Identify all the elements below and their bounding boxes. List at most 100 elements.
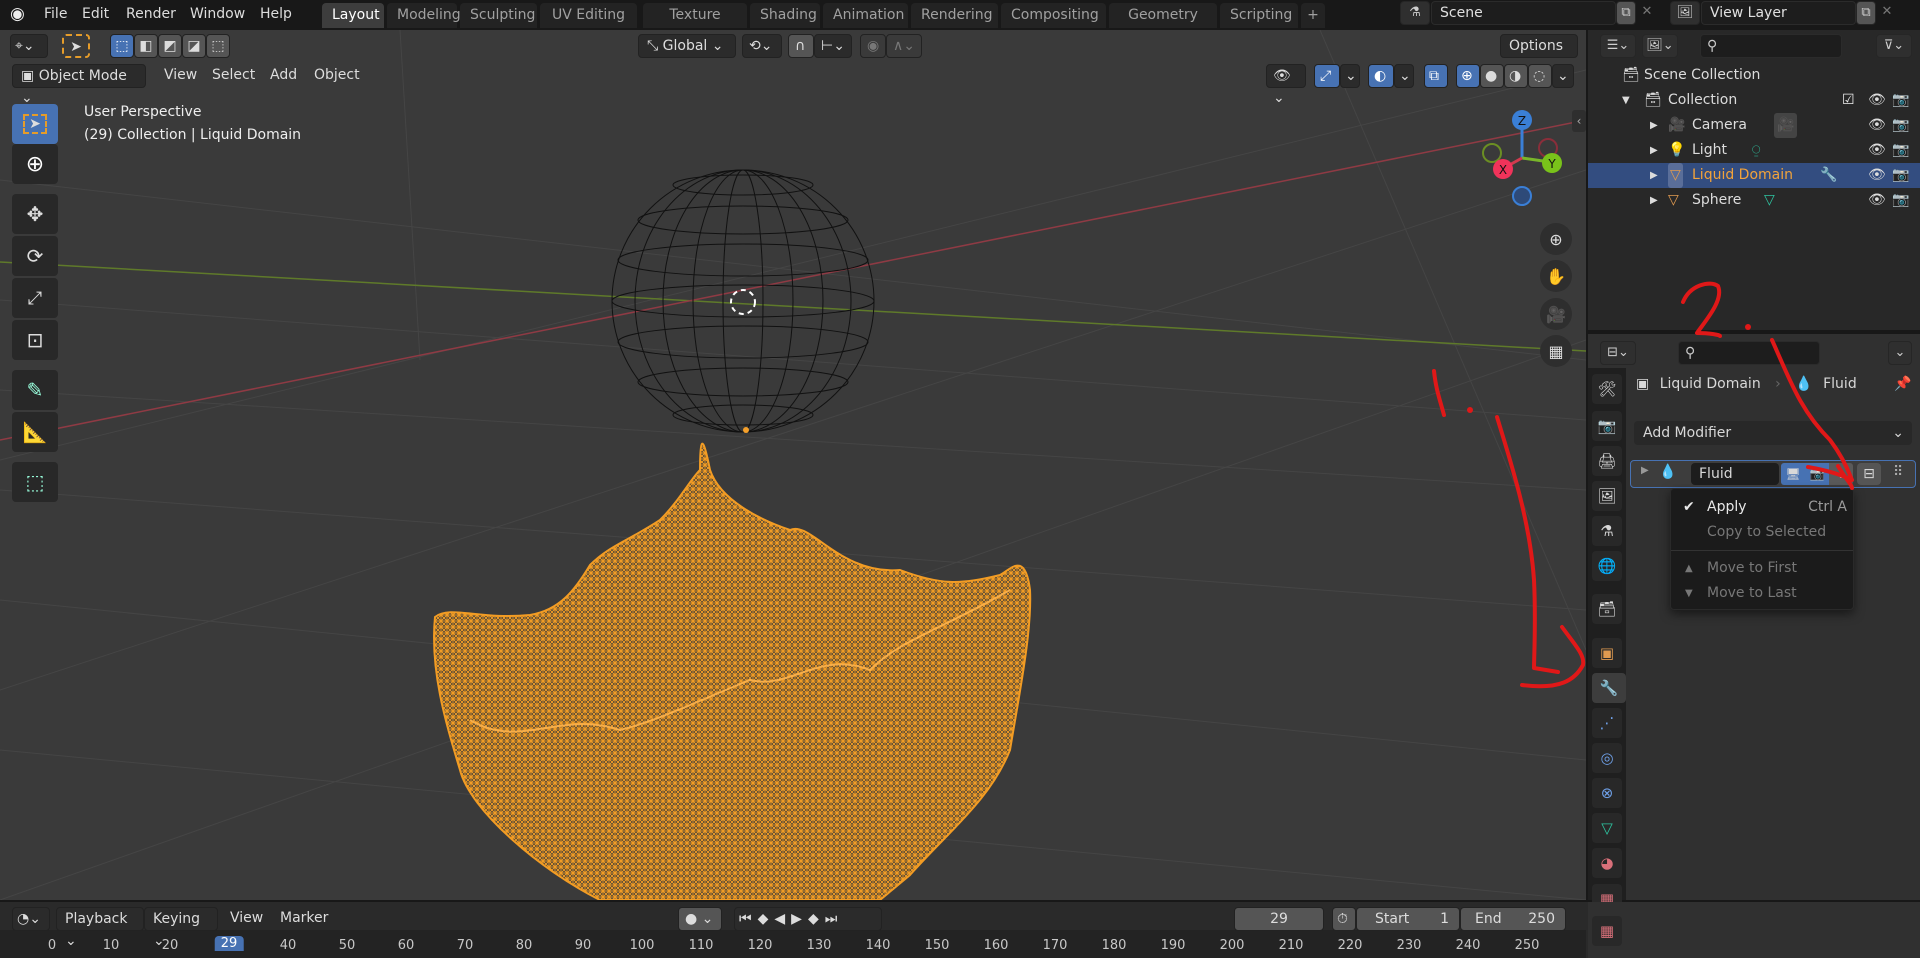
properties-search-input[interactable]: ⚲ <box>1678 341 1820 365</box>
start-frame-field[interactable]: Start 1 <box>1356 907 1460 931</box>
sidebar-toggle-icon[interactable]: ‹ <box>1572 110 1586 132</box>
tab-world-icon[interactable]: 🌐 <box>1592 551 1622 581</box>
rendered-shading-icon[interactable]: ◌ <box>1528 64 1552 88</box>
new-view-layer-icon[interactable]: ⧉ <box>1856 1 1876 25</box>
transform-tool[interactable]: ⊡ <box>12 320 58 360</box>
snap-toggle-icon[interactable]: ∩ <box>788 34 814 58</box>
material-preview-icon[interactable]: ◑ <box>1504 64 1528 88</box>
menu-object[interactable]: Object <box>306 64 362 88</box>
scene-name-field[interactable]: Scene <box>1431 1 1616 25</box>
eye-icon[interactable]: 👁 <box>1868 188 1886 213</box>
shading-dropdown-icon[interactable]: ⌄ <box>1552 64 1574 88</box>
tab-view-layer-icon[interactable]: 🖼 <box>1592 481 1622 511</box>
outliner-scene-collection[interactable]: 🗃 Scene Collection <box>1588 63 1920 88</box>
mode-intersect-selection-icon[interactable]: ⬚ <box>206 34 230 58</box>
show-gizmo-icon[interactable]: ⤢ <box>1314 64 1340 88</box>
proportional-editing-icon[interactable]: ◉ <box>860 34 886 58</box>
snap-target-icon[interactable]: ⊢⌄ <box>814 34 852 58</box>
playback-controls[interactable]: ⏮◆◀▶◆⏭ <box>734 907 882 931</box>
rotate-tool[interactable]: ⟳ <box>12 236 58 276</box>
tab-rendering[interactable]: Rendering <box>911 3 998 28</box>
render-camera-icon[interactable]: 📷 <box>1892 138 1909 163</box>
tab-uv-editing[interactable]: UV Editing <box>540 3 637 28</box>
timeline-editor-type-icon[interactable]: ◔⌄ <box>12 907 50 931</box>
tab-animation[interactable]: Animation <box>823 3 908 28</box>
editor-type-icon[interactable]: ⌖⌄ <box>10 34 48 58</box>
outliner-item-light[interactable]: ▶ 💡 Light ⍜ 👁 📷 <box>1588 138 1920 163</box>
tab-tool-icon[interactable]: 🛠 <box>1592 374 1622 404</box>
tab-particles-icon[interactable]: ⋰ <box>1592 708 1622 738</box>
show-in-viewport-icon[interactable]: 🖥 <box>1781 463 1805 485</box>
outliner-item-liquid-domain[interactable]: ▶ ▽ Liquid Domain 🔧 👁 📷 <box>1588 163 1920 188</box>
show-overlays-icon[interactable]: ◐ <box>1368 64 1394 88</box>
timeline-view-menu[interactable]: View <box>222 907 270 931</box>
mode-invert-selection-icon[interactable]: ◪ <box>182 34 206 58</box>
tab-modifiers-icon[interactable]: 🔧 <box>1592 673 1626 703</box>
tab-data-icon[interactable]: ▽ <box>1592 813 1622 843</box>
mode-extend-selection-icon[interactable]: ◧ <box>134 34 158 58</box>
outliner-search-input[interactable]: ⚲ <box>1700 34 1842 58</box>
tab-scripting[interactable]: Scripting <box>1220 3 1298 28</box>
prev-keyframe-icon[interactable]: ◆ <box>758 911 775 927</box>
menu-add[interactable]: Add <box>262 64 302 88</box>
modifier-extra-dropdown[interactable]: ⌄ <box>1829 463 1853 485</box>
tab-object-icon[interactable]: ▣ <box>1592 638 1622 668</box>
end-frame-field[interactable]: End 250 <box>1460 907 1566 931</box>
outliner-display-mode-icon[interactable]: ☰⌄ <box>1600 34 1636 58</box>
proportional-falloff-icon[interactable]: ∧⌄ <box>886 34 922 58</box>
liquid-domain-mesh[interactable] <box>433 442 1032 900</box>
expand-arrow-icon[interactable]: ▼ <box>1622 88 1630 113</box>
tab-shading[interactable]: Shading <box>750 3 820 28</box>
add-workspace-button[interactable]: + <box>1301 3 1325 28</box>
outliner-filter-icon[interactable]: ⊽⌄ <box>1876 34 1912 58</box>
menu-item-move-to-first[interactable]: ▲ Move to First <box>1671 556 1855 581</box>
scale-tool[interactable]: ⤢ <box>12 278 58 318</box>
tab-output-icon[interactable]: 🖨 <box>1592 446 1622 476</box>
properties-options-dropdown[interactable]: ⌄ <box>1888 341 1912 365</box>
menu-edit[interactable]: Edit <box>82 3 109 25</box>
delete-view-layer-icon[interactable]: ✕ <box>1877 1 1897 25</box>
expand-arrow-icon[interactable]: ▶ <box>1650 188 1658 213</box>
tab-texture-paint[interactable]: Texture Paint <box>643 3 747 47</box>
object-mode-dropdown[interactable]: ▣ Object Mode ⌄ <box>12 64 146 106</box>
properties-editor-type-icon[interactable]: ⊟⌄ <box>1600 341 1636 365</box>
current-frame-marker[interactable]: 29 <box>214 936 244 951</box>
move-tool[interactable]: ✥ <box>12 194 58 234</box>
wrench-icon[interactable]: 🔧 <box>1820 163 1837 188</box>
keying-menu[interactable]: Keying ⌄ <box>144 907 218 949</box>
tab-modeling[interactable]: Modeling <box>387 3 461 28</box>
new-scene-icon[interactable]: ⧉ <box>1616 1 1636 25</box>
eye-icon[interactable]: 👁 <box>1868 163 1886 188</box>
expand-arrow-icon[interactable]: ▶ <box>1650 163 1658 188</box>
playback-menu[interactable]: Playback ⌄ <box>56 907 144 949</box>
light-data-icon[interactable]: ⍜ <box>1752 138 1760 163</box>
zoom-view-icon[interactable]: ⊕ <box>1540 223 1572 255</box>
outliner-item-camera[interactable]: ▶ 🎥 Camera 🎥 👁 📷 <box>1588 113 1920 138</box>
wireframe-shading-icon[interactable]: ⊕ <box>1456 64 1480 88</box>
tab-physics-icon[interactable]: ◎ <box>1592 743 1622 773</box>
menu-window[interactable]: Window <box>190 3 245 25</box>
modifier-name-field[interactable]: Fluid <box>1691 463 1779 485</box>
annotate-tool[interactable]: ✎ <box>12 370 58 410</box>
pin-icon[interactable]: 📌 <box>1894 376 1911 392</box>
menu-file[interactable]: File <box>44 3 67 25</box>
expand-arrow-icon[interactable]: ▶ <box>1650 138 1658 163</box>
tab-constraints-icon[interactable]: ⊗ <box>1592 778 1622 808</box>
eye-icon[interactable]: 👁 <box>1868 113 1886 138</box>
exclude-checkbox[interactable]: ☑ <box>1842 88 1855 113</box>
blender-logo-icon[interactable]: ◉ <box>10 4 30 24</box>
add-cube-tool[interactable]: ⬚ <box>12 462 58 502</box>
render-camera-icon[interactable]: 📷 <box>1892 88 1909 113</box>
menu-help[interactable]: Help <box>260 3 292 25</box>
current-frame-field[interactable]: 29 <box>1234 907 1324 931</box>
transform-orientation-dropdown[interactable]: ⤡ Global ⌄ <box>638 34 736 58</box>
pivot-point-icon[interactable]: ⟲⌄ <box>742 34 782 58</box>
tab-material-icon[interactable]: ◕ <box>1592 848 1622 878</box>
xray-toggle-icon[interactable]: ⧉ <box>1424 64 1448 88</box>
menu-item-move-to-last[interactable]: ▼ Move to Last <box>1671 581 1855 606</box>
3d-viewport[interactable]: ⌖⌄ ➤ ⬚ ◧ ◩ ◪ ⬚ ⤡ Global ⌄ ⟲⌄ ∩ ⊢⌄ ◉ ∧⌄ O… <box>0 30 1586 900</box>
outliner-view-layer-icon[interactable]: 🖼⌄ <box>1642 34 1678 58</box>
mode-new-selection-icon[interactable]: ⬚ <box>110 34 134 58</box>
menu-view[interactable]: View <box>156 64 200 88</box>
render-camera-icon[interactable]: 📷 <box>1892 188 1909 213</box>
